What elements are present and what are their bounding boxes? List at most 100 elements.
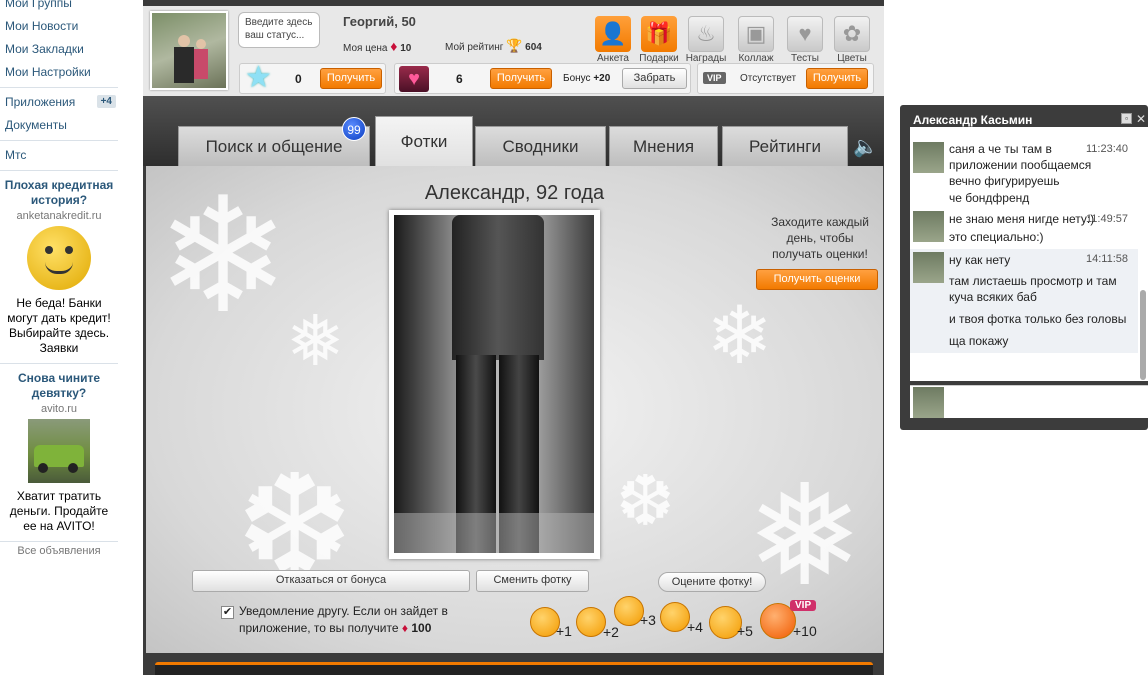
ad-avito[interactable]: Снова чините девятку? avito.ru Хватит тр… <box>0 367 118 538</box>
minimize-icon[interactable]: ▫ <box>1121 113 1132 124</box>
user-avatar[interactable] <box>150 11 228 90</box>
medal-icon[interactable]: ♨ <box>688 16 724 52</box>
my-rating: Мой рейтинг 🏆 604 <box>445 38 542 54</box>
chat-scrollbar[interactable] <box>1140 290 1146 380</box>
my-price: Моя цена ♦ 10 <box>343 38 411 54</box>
close-icon[interactable]: ✕ <box>1136 112 1146 126</box>
apps-badge: +4 <box>96 95 116 108</box>
ad-smiley-image[interactable] <box>27 226 91 290</box>
heart-gem-icon: ♥ <box>399 66 429 92</box>
chat-input-area[interactable] <box>910 385 1148 418</box>
smile-rate-4[interactable] <box>660 602 690 632</box>
avatar[interactable] <box>913 142 944 173</box>
gift-icon[interactable]: 🎁 <box>641 16 677 52</box>
app-topbar: Введите здесь ваш статус... Георгий, 50 … <box>143 0 884 96</box>
my-rating-value: 604 <box>525 42 542 53</box>
tab-matchmakers[interactable]: Сводники <box>475 126 606 168</box>
msg-line: не знаю меня нигде нету:) <box>949 212 1095 226</box>
notify-checkbox[interactable]: ✔ <box>221 606 234 619</box>
ruby-icon: ♦ <box>401 621 408 635</box>
get-stars-button[interactable]: Получить <box>320 68 382 89</box>
change-photo-button[interactable]: Сменить фотку <box>476 570 589 592</box>
photo-frame[interactable] <box>389 210 600 559</box>
snowflake-decoration: ❄ <box>706 291 774 380</box>
profile-icon[interactable]: 👤 <box>595 16 631 52</box>
tab-ratings[interactable]: Рейтинги <box>722 126 848 168</box>
nav-documents[interactable]: Документы <box>0 114 118 137</box>
divider <box>0 170 118 171</box>
hearts-value: 6 <box>456 72 463 86</box>
get-ratings-button[interactable]: Получить оценки <box>756 269 878 290</box>
tab-search[interactable]: Поиск и общение <box>178 126 370 168</box>
avatar[interactable] <box>913 211 944 242</box>
ruby-icon: ♦ <box>390 38 398 54</box>
get-vip-button[interactable]: Получить <box>806 68 868 89</box>
daily-text: Заходите каждый день, чтобы получать оце… <box>771 215 869 261</box>
ad-title[interactable]: Снова чините девятку? <box>2 371 116 401</box>
profile-name: Георгий, 50 <box>343 14 416 29</box>
chat-title: Александр Касьмин <box>913 113 1033 127</box>
ad-text: Не беда! Банки могут дать кредит! Выбира… <box>7 296 111 355</box>
bottom-bar <box>155 662 873 675</box>
ad-text: Хватит тратить деньги. Продайте ее на AV… <box>9 489 109 533</box>
app-frame: Введите здесь ваш статус... Георгий, 50 … <box>143 0 884 675</box>
photo-stage: ❄ ❅ ❆ ❄ ❅ ❆ Александр, 92 года Заходите … <box>146 166 883 653</box>
divider <box>0 87 118 88</box>
smile-rate-1-label: +1 <box>556 623 572 639</box>
smile-rate-2[interactable] <box>576 607 606 637</box>
msg-line: это специально:) <box>949 230 1044 244</box>
photo-image[interactable] <box>394 215 594 553</box>
msg-line: ну как нету <box>949 253 1011 267</box>
left-sidebar: Мои Группы Мои Новости Мои Закладки Мои … <box>0 0 118 675</box>
ad-url: avito.ru <box>40 403 78 415</box>
my-price-value: 10 <box>400 43 412 54</box>
vip-tag: VIP <box>790 600 817 611</box>
chat-message: 11:23:40 саня а че ты там в приложении п… <box>910 139 1138 207</box>
msg-line: саня а че ты там в приложении пообщаемся… <box>949 142 1092 188</box>
all-ads-link[interactable]: Все объявления <box>0 545 118 557</box>
smile-rate-vip-label: +10 <box>793 623 817 639</box>
rate-photo-label: Оцените фотку! <box>658 572 766 592</box>
decline-bonus-button[interactable]: Отказаться от бонуса <box>192 570 470 592</box>
nav-my-groups[interactable]: Мои Группы <box>0 0 118 15</box>
camera-icon[interactable]: ▣ <box>738 16 774 52</box>
ad-title[interactable]: Плохая кредитная история? <box>2 178 116 208</box>
vip-badge: VIP <box>703 72 726 84</box>
ad-credit[interactable]: Плохая кредитная история? anketanakredit… <box>0 174 118 360</box>
chat-message: 11:49:57 не знаю меня нигде нету:) это с… <box>910 208 1138 248</box>
notify-value: 100 <box>411 621 432 635</box>
status-input[interactable]: Введите здесь ваш статус... <box>238 12 320 48</box>
divider <box>0 363 118 364</box>
photo-title: Александр, 92 года <box>424 182 605 204</box>
msg-line: че бондфренд <box>949 191 1030 205</box>
bonus-label: Бонус <box>563 73 591 84</box>
flower-icon[interactable]: ✿ <box>834 16 870 52</box>
nav-my-news[interactable]: Мои Новости <box>0 15 118 38</box>
vip-status: Отсутствует <box>740 73 797 84</box>
ad-url: anketanakredit.ru <box>16 210 102 222</box>
nav-my-settings[interactable]: Мои Настройки <box>0 61 118 84</box>
heart-icon[interactable]: ♥ <box>787 16 823 52</box>
notify-text: Уведомление другу. Если он зайдет в прил… <box>239 603 471 637</box>
msg-line: там листаешь просмотр и там куча всяких … <box>949 274 1117 304</box>
tab-opinions[interactable]: Мнения <box>609 126 718 168</box>
ad-car-image[interactable] <box>28 419 90 483</box>
avatar[interactable] <box>913 252 944 283</box>
smile-rate-2-label: +2 <box>603 624 619 640</box>
msg-line: и твоя фотка только без головы <box>949 312 1127 326</box>
tab-photos[interactable]: Фотки <box>375 116 473 168</box>
speaker-icon[interactable]: 🔈 <box>853 134 878 159</box>
bonus-value: +20 <box>593 73 611 84</box>
divider <box>0 541 118 542</box>
chat-window: Александр Касьмин ▫ ✕ 11:23:40 саня а че… <box>900 105 1148 430</box>
take-bonus-button[interactable]: Забрать <box>622 68 687 89</box>
smile-rate-5-label: +5 <box>737 623 753 639</box>
my-rating-label: Мой рейтинг <box>445 42 504 53</box>
nav-my-bookmarks[interactable]: Мои Закладки <box>0 38 118 61</box>
my-price-label: Моя цена <box>343 43 388 54</box>
tab-search-badge: 99 <box>342 117 366 141</box>
divider <box>0 140 118 141</box>
get-hearts-button[interactable]: Получить <box>490 68 552 89</box>
nav-mts[interactable]: Мтс <box>0 144 118 167</box>
chat-message: 14:11:58 ну как нету там листаешь просмо… <box>910 249 1138 353</box>
